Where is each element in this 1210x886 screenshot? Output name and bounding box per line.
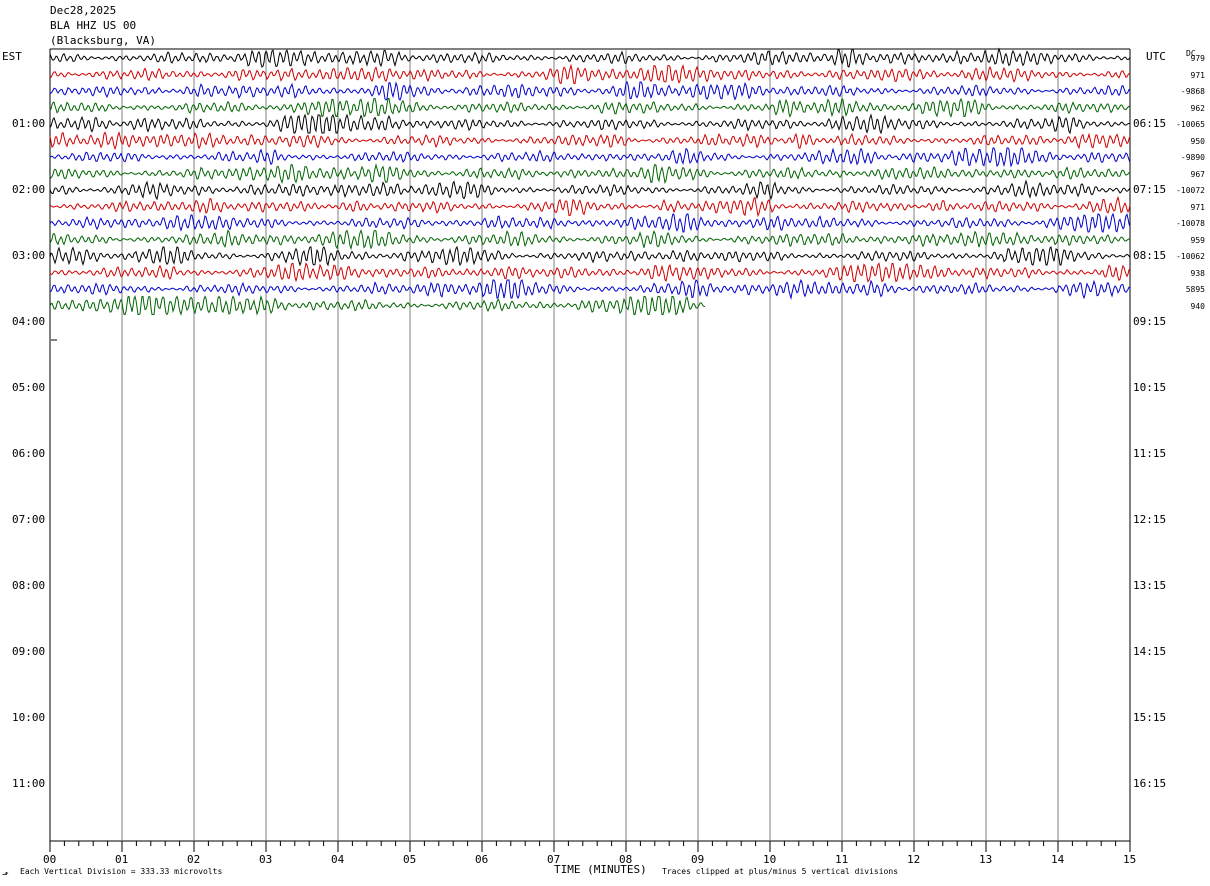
x-tick-label: 10 [763, 853, 777, 866]
utc-hour-label: 07:15 [1133, 183, 1167, 196]
utc-hour-label: 13:15 [1133, 579, 1167, 592]
seismic-trace-line [49, 113, 1131, 135]
dc-offset-value: 950 [1190, 136, 1205, 146]
seismic-trace-line [49, 147, 1131, 168]
x-tick-label: 14 [1051, 853, 1065, 866]
utc-hour-label: 09:15 [1133, 315, 1167, 328]
x-tick-label: 11 [835, 853, 849, 866]
x-tick-label: 13 [979, 853, 993, 866]
utc-hour-label: 11:15 [1133, 447, 1167, 460]
seismic-trace-line [49, 130, 1131, 151]
seismic-trace-line [49, 47, 1131, 68]
seismic-trace-line [50, 278, 1131, 300]
dc-offset-value: -10078 [1176, 219, 1205, 228]
est-hour-label: 10:00 [12, 711, 46, 724]
est-hour-label: 11:00 [12, 777, 46, 790]
x-tick-label: 12 [907, 853, 921, 866]
seismic-trace-line [49, 294, 706, 316]
seismic-trace-line [49, 262, 1131, 283]
seismic-trace-line [49, 97, 1131, 118]
dc-offset-value: 971 [1190, 70, 1205, 80]
x-tick-label: 00 [43, 853, 57, 866]
dc-offset-value: -9868 [1180, 87, 1205, 96]
plot-grid [49, 48, 1131, 842]
est-hour-label: 03:00 [12, 249, 46, 262]
x-tick-label: 01 [115, 853, 129, 866]
utc-hour-label: 06:15 [1133, 117, 1167, 130]
est-hour-label: 02:00 [12, 183, 46, 196]
utc-hour-label: 14:15 [1133, 645, 1167, 658]
seismic-trace-line [49, 195, 1131, 218]
x-tick-label: 02 [187, 853, 201, 866]
utc-hour-label: 12:15 [1133, 513, 1167, 526]
dc-offset-value: 938 [1190, 268, 1205, 278]
x-tick-label: 03 [259, 853, 273, 866]
est-hour-label: 07:00 [12, 513, 46, 526]
seismic-trace-line [49, 163, 1130, 185]
time-axis-ticks [49, 841, 1131, 852]
dc-offset-value: 979 [1190, 54, 1205, 63]
vertical-division-note: Each Vertical Division = 333.33 microvol… [20, 867, 223, 876]
est-hour-label: 05:00 [12, 381, 46, 394]
seismic-trace-line [49, 63, 1131, 85]
seismic-trace-line [49, 212, 1131, 233]
x-tick-label: 09 [691, 853, 705, 866]
dc-offset-value: 967 [1190, 169, 1205, 179]
est-hour-label: 08:00 [12, 579, 46, 592]
dc-offset-value: -10062 [1176, 252, 1205, 261]
est-hour-label: 01:00 [12, 117, 46, 130]
dc-offset-value: -10065 [1176, 120, 1205, 129]
est-hour-label: 09:00 [12, 645, 46, 658]
seismic-trace-line [49, 229, 1131, 251]
dc-offset-value: -10072 [1176, 186, 1205, 195]
seismic-trace-line [49, 179, 1131, 201]
est-hour-label: 04:00 [12, 315, 46, 328]
x-tick-label: 04 [331, 853, 345, 866]
utc-hour-label: 08:15 [1133, 249, 1167, 262]
seismic-trace-line [49, 245, 1131, 267]
est-hour-label: 06:00 [12, 447, 46, 460]
dc-offset-value: 962 [1190, 103, 1205, 113]
footer-mark: ⬏ [2, 870, 9, 879]
clip-note: Traces clipped at plus/minus 5 vertical … [662, 867, 899, 876]
utc-hour-label: 15:15 [1133, 711, 1167, 724]
x-tick-label: 06 [475, 853, 489, 866]
dc-offset-value: -9890 [1180, 153, 1205, 162]
utc-hour-label: 10:15 [1133, 381, 1167, 394]
helicorder-plot [49, 47, 1131, 852]
x-axis-label: TIME (MINUTES) [554, 863, 647, 876]
dc-offset-value: 5895 [1185, 285, 1205, 294]
dc-offset-value: 959 [1190, 235, 1205, 245]
dc-offset-value: 971 [1190, 202, 1205, 212]
dc-offset-value: 940 [1190, 301, 1205, 311]
x-tick-label: 05 [403, 853, 417, 866]
x-tick-label: 15 [1123, 853, 1137, 866]
utc-hour-label: 16:15 [1133, 777, 1167, 790]
seismic-traces [49, 47, 1131, 341]
seismic-trace-line [49, 80, 1131, 101]
